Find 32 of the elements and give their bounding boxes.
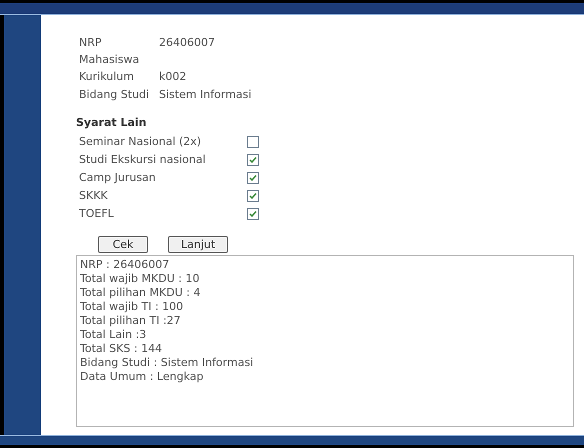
checkbox-label: TOEFL [79, 206, 115, 222]
check-icon [249, 156, 257, 164]
output-line: Total SKS : 144 [80, 342, 164, 356]
output-line: NRP : 26406007 [80, 258, 170, 272]
checkbox[interactable] [247, 190, 259, 202]
check-icon [249, 192, 257, 200]
checkbox[interactable] [247, 136, 259, 148]
field-label: Kurikulum [79, 69, 135, 85]
checkbox-label: Seminar Nasional (2x) [79, 134, 202, 150]
output-line: Total wajib MKDU : 10 [80, 272, 200, 286]
field-value: k002 [159, 69, 186, 85]
output-line: Total Lain :3 [80, 328, 148, 342]
checkbox-label: Camp Jurusan [79, 170, 157, 186]
checkbox[interactable] [247, 154, 259, 166]
field-label: Bidang Studi [79, 86, 150, 102]
check-icon [249, 174, 257, 182]
field-label: NRP Mahasiswa [79, 35, 140, 68]
checkbox[interactable] [247, 208, 259, 220]
output-line: Total wajib TI : 100 [80, 300, 184, 314]
output-line: Bidang Studi : Sistem Informasi [80, 356, 254, 370]
section-title: Syarat Lain [76, 115, 148, 131]
action-button[interactable]: Lanjut [168, 236, 228, 252]
output-line: Total pilihan MKDU : 4 [80, 286, 202, 300]
checkbox-label: SKKK [79, 188, 109, 204]
check-icon [249, 210, 257, 218]
output-line: Data Umum : Lengkap [80, 370, 204, 384]
field-value: 26406007 [159, 35, 215, 51]
field-value: Sistem Informasi [159, 86, 252, 102]
output-line: Total pilihan TI :27 [80, 314, 182, 328]
action-button[interactable]: Cek [98, 236, 148, 252]
checkbox-label: Studi Ekskursi nasional [79, 152, 207, 168]
checkbox[interactable] [247, 172, 259, 184]
